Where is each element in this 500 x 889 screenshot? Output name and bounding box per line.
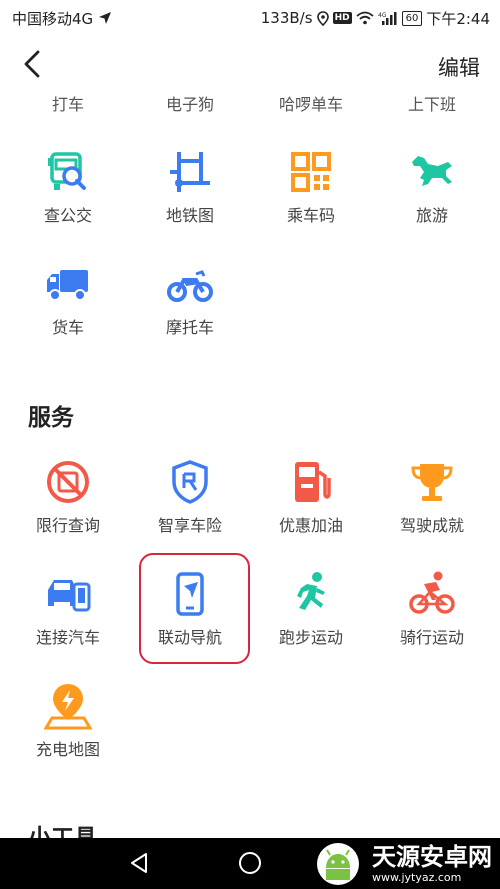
grid-item-label: 限行查询 bbox=[35, 516, 100, 535]
grid-item-label: 充电地图 bbox=[35, 740, 100, 759]
top-item-e-dog[interactable]: 电子狗 bbox=[130, 91, 250, 115]
status-bar: 中国移动4G 133B/s HD 4G 60 下午2:44 bbox=[0, 0, 500, 36]
horse-icon bbox=[412, 156, 452, 186]
grid-item-label: 地铁图 bbox=[165, 206, 214, 225]
watermark-url: www.jytyaz.com bbox=[372, 871, 462, 884]
grid-item-label: 优惠加油 bbox=[278, 516, 343, 535]
grid-item-label: 驾驶成就 bbox=[399, 516, 464, 535]
watermark-title: 天源安卓网 bbox=[372, 843, 492, 871]
grid-item-label: 跑步运动 bbox=[278, 628, 343, 647]
running-icon bbox=[297, 572, 325, 610]
grid-item-car-connect[interactable]: 连接汽车 bbox=[8, 570, 128, 648]
car-connect-icon bbox=[48, 580, 91, 612]
back-arrow-icon[interactable] bbox=[18, 48, 48, 80]
grid-item-label: 骑行运动 bbox=[399, 628, 464, 647]
grid-item-charging-map[interactable]: 充电地图 bbox=[8, 682, 128, 760]
charging-map-icon bbox=[44, 684, 92, 730]
status-bar-left: 中国移动4G bbox=[12, 8, 112, 29]
grid-item-cycling[interactable]: 骑行运动 bbox=[372, 570, 492, 648]
subway-map-icon bbox=[170, 152, 210, 192]
network-speed: 133B/s bbox=[260, 9, 313, 27]
back-triangle-icon[interactable] bbox=[127, 851, 151, 875]
restriction-icon bbox=[47, 461, 89, 503]
clock: 下午2:44 bbox=[426, 9, 490, 28]
hd-badge: HD bbox=[332, 12, 352, 24]
grid-item-label: 货车 bbox=[51, 318, 84, 337]
grid-item-ride-code[interactable]: 乘车码 bbox=[251, 148, 371, 226]
home-circle-icon[interactable] bbox=[238, 851, 262, 875]
top-item-taxi[interactable]: 打车 bbox=[8, 91, 128, 115]
insurance-shield-icon bbox=[172, 460, 208, 504]
battery-indicator: 60 bbox=[401, 10, 423, 26]
grid-item-bus-search[interactable]: 查公交 bbox=[8, 148, 128, 226]
carrier-label: 中国移动4G bbox=[12, 9, 94, 28]
grid-item-motorcycle[interactable]: 摩托车 bbox=[130, 260, 250, 338]
grid-item-travel[interactable]: 旅游 bbox=[372, 148, 492, 226]
highlight-box bbox=[139, 553, 250, 664]
wifi-icon bbox=[355, 11, 374, 25]
qr-code-icon bbox=[291, 152, 331, 192]
grid-item-label: 智享车险 bbox=[157, 516, 222, 535]
grid-item-driving-achievement[interactable]: 驾驶成就 bbox=[372, 458, 492, 536]
grid-item-label: 连接汽车 bbox=[35, 628, 100, 647]
bus-search-icon bbox=[48, 152, 86, 190]
edit-button[interactable]: 编辑 bbox=[438, 52, 480, 82]
grid-item-label: 查公交 bbox=[43, 206, 92, 225]
fuel-pump-icon bbox=[295, 462, 331, 502]
top-item-hellobike[interactable]: 哈啰单车 bbox=[251, 91, 371, 115]
truck-icon bbox=[47, 270, 88, 301]
grid-item-subway-map[interactable]: 地铁图 bbox=[130, 148, 250, 226]
location-pin-icon bbox=[316, 10, 329, 26]
grid-item-truck[interactable]: 货车 bbox=[8, 260, 128, 338]
status-bar-right: 133B/s HD 4G 60 下午2:44 bbox=[261, 8, 490, 29]
grid-item-insurance[interactable]: 智享车险 bbox=[130, 458, 250, 536]
grid-item-fuel-discount[interactable]: 优惠加油 bbox=[251, 458, 371, 536]
services-section-title: 服务 bbox=[28, 405, 74, 431]
cellular-signal-icon: 4G bbox=[378, 12, 397, 25]
grid-item-running[interactable]: 跑步运动 bbox=[251, 570, 371, 648]
svg-text:4G: 4G bbox=[378, 12, 387, 19]
cycling-icon bbox=[409, 571, 455, 614]
android-logo-icon bbox=[317, 843, 359, 885]
trophy-icon bbox=[411, 464, 453, 501]
watermark-text: 天源安卓网 www.jytyaz.com bbox=[372, 845, 492, 883]
location-arrow-icon bbox=[99, 12, 112, 24]
top-item-commute[interactable]: 上下班 bbox=[372, 91, 492, 115]
motorcycle-icon bbox=[167, 270, 213, 302]
top-navigation-bar: 编辑 bbox=[0, 36, 500, 92]
grid-item-label: 乘车码 bbox=[286, 206, 335, 225]
watermark: 天源安卓网 www.jytyaz.com bbox=[310, 842, 492, 886]
grid-item-restriction[interactable]: 限行查询 bbox=[8, 458, 128, 536]
grid-item-label: 旅游 bbox=[415, 206, 448, 225]
grid-item-label: 摩托车 bbox=[165, 318, 214, 337]
